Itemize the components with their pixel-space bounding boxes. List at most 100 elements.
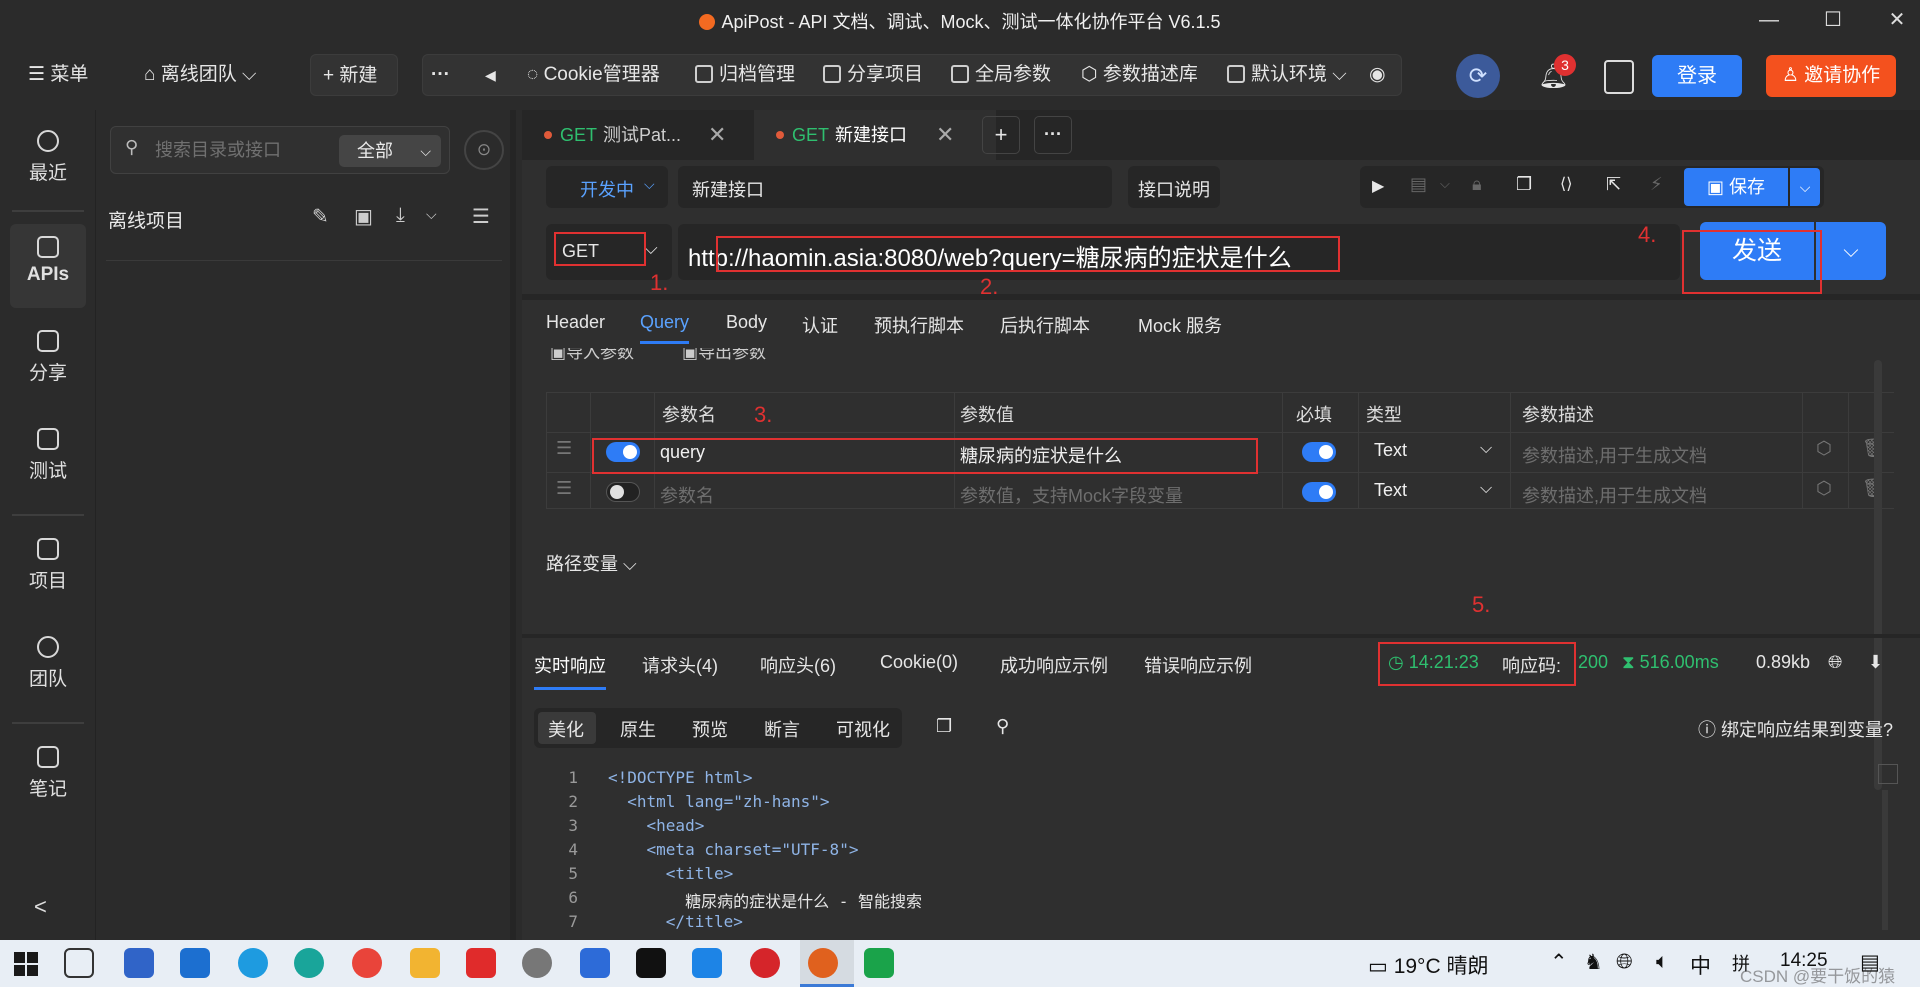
copy-icon[interactable]: ❐ xyxy=(936,716,952,737)
nav-recent[interactable]: 最近 xyxy=(10,118,86,202)
locate-button[interactable]: ⊙ xyxy=(464,130,504,170)
explorer-icon[interactable] xyxy=(410,948,440,978)
eye-icon[interactable]: ◉ xyxy=(1369,57,1386,93)
status-selector[interactable]: 开发中 ⌵ xyxy=(546,166,668,208)
chevron-down-icon[interactable]: ⌵ xyxy=(426,206,437,223)
ime-indicator[interactable]: 中 xyxy=(1690,950,1711,980)
menu-button[interactable]: ☰ 菜单 xyxy=(28,57,88,93)
run-icon[interactable]: ▶ xyxy=(1372,176,1384,196)
share-project-button[interactable]: 分享项目 xyxy=(823,57,923,93)
close-icon[interactable]: ✕ xyxy=(936,110,954,160)
phone-icon[interactable] xyxy=(692,948,722,978)
globe-icon[interactable]: 🌐︎ xyxy=(1828,652,1842,673)
type-select[interactable]: Text xyxy=(1374,480,1407,501)
weather-widget[interactable]: ▭ 19°C 晴朗 xyxy=(1368,950,1488,980)
back-icon[interactable]: ◀ xyxy=(485,57,496,93)
more-icon[interactable]: ··· xyxy=(431,57,450,93)
export-params-button[interactable]: ▣导出参数 xyxy=(682,348,766,360)
ie-icon[interactable] xyxy=(238,948,268,978)
tab-query[interactable]: Query xyxy=(640,312,690,344)
tab-test-path[interactable]: GET 测试Pat... xyxy=(522,110,730,160)
cube-icon[interactable]: ⬡ xyxy=(1816,438,1832,459)
code-icon[interactable]: ⟨⟩ xyxy=(1560,174,1572,194)
app2-icon[interactable] xyxy=(864,948,894,978)
tab-request-headers[interactable]: 请求头(4) xyxy=(642,652,718,678)
chevron-down-icon[interactable]: ⌵ xyxy=(1480,480,1492,498)
tab-response-headers[interactable]: 响应头(6) xyxy=(760,652,836,678)
settings-icon[interactable] xyxy=(522,948,552,978)
tab-realtime-response[interactable]: 实时响应 xyxy=(534,652,606,690)
nav-share[interactable]: 分享 xyxy=(10,318,86,402)
qq-icon[interactable]: ♞ xyxy=(1584,950,1603,975)
required-toggle[interactable] xyxy=(1302,482,1336,502)
mail-icon[interactable] xyxy=(180,948,210,978)
maximize-button[interactable]: ☐ xyxy=(1818,6,1848,34)
param-desc-input[interactable]: 参数描述,用于生成文档 xyxy=(1522,442,1707,468)
network-icon[interactable]: 🌐︎ xyxy=(1616,950,1633,974)
windows-start-icon[interactable] xyxy=(14,952,38,976)
wps-icon[interactable] xyxy=(466,948,496,978)
sync-button[interactable]: ⟳ xyxy=(1456,54,1500,98)
share-icon[interactable]: ⇱ xyxy=(1606,174,1621,195)
tab-new-api[interactable]: GET 新建接口 xyxy=(754,110,996,160)
environment-selector[interactable]: 默认环境 ⌵ xyxy=(1227,57,1347,93)
response-code-viewer[interactable]: 1 <!DOCTYPE html> 2 <html lang="zh-hans"> 3… xyxy=(534,762,1884,938)
close-icon[interactable]: ✕ xyxy=(708,110,726,160)
cube-icon[interactable]: ⬡ xyxy=(1816,478,1832,499)
tab-header[interactable]: Header xyxy=(546,312,605,333)
edge-icon[interactable] xyxy=(294,948,324,978)
login-button[interactable]: 登录 xyxy=(1652,55,1742,97)
view-preview[interactable]: 预览 xyxy=(692,716,728,742)
archive-button[interactable]: 归档管理 xyxy=(695,57,795,93)
tray-chevron-icon[interactable]: ⌃ xyxy=(1550,950,1568,975)
download-icon[interactable]: ⬇ xyxy=(1868,652,1883,673)
new-folder-icon[interactable]: ▣ xyxy=(354,204,373,229)
close-button[interactable]: ✕ xyxy=(1882,6,1912,34)
minimap-toggle[interactable] xyxy=(1878,764,1898,784)
path-vars-toggle[interactable]: 路径变量 ⌵ xyxy=(546,550,637,576)
param-value-input[interactable]: 参数值，支持Mock字段变量 xyxy=(960,482,1183,508)
minimize-button[interactable]: — xyxy=(1754,6,1784,34)
scope-select[interactable]: 全部 ⌵ xyxy=(339,135,441,167)
view-raw[interactable]: 原生 xyxy=(620,716,656,742)
view-beautify[interactable]: 美化 xyxy=(548,716,584,742)
nav-notes[interactable]: 笔记 xyxy=(10,734,86,818)
copy-icon[interactable]: ❐ xyxy=(1516,174,1532,195)
api-name-field[interactable]: 新建接口 xyxy=(678,166,1112,208)
bind-response-button[interactable]: ⓘ 绑定响应结果到变量? xyxy=(1698,716,1893,742)
send-options-button[interactable]: ⌵ xyxy=(1816,222,1886,280)
notification-button[interactable]: 🔔︎ 3 xyxy=(1534,54,1576,96)
search-input[interactable] xyxy=(155,137,325,163)
view-assert[interactable]: 断言 xyxy=(764,716,800,742)
tab-success-example[interactable]: 成功响应示例 xyxy=(1000,652,1108,678)
param-enable-toggle[interactable] xyxy=(606,482,640,502)
chevron-down-icon[interactable]: ⌵ xyxy=(1480,440,1492,458)
pycharm-icon[interactable] xyxy=(636,948,666,978)
netease-icon[interactable] xyxy=(750,948,780,978)
nav-project[interactable]: 项目 xyxy=(10,526,86,610)
chrome-icon[interactable] xyxy=(352,948,382,978)
api-doc-button[interactable]: 接口说明 xyxy=(1128,166,1220,208)
save-options-button[interactable]: ⌵ xyxy=(1790,168,1820,206)
code-scrollbar[interactable] xyxy=(1882,790,1888,930)
tab-error-example[interactable]: 错误响应示例 xyxy=(1144,652,1252,678)
team-selector[interactable]: ⌂ 离线团队 ⌵ xyxy=(144,57,256,93)
collapse-icon[interactable]: < xyxy=(34,894,47,920)
notes-icon[interactable] xyxy=(1604,60,1634,94)
tabs-more-button[interactable]: ··· xyxy=(1034,116,1072,154)
param-name-input[interactable]: 参数名 xyxy=(660,482,714,508)
tab-mock[interactable]: Mock 服务 xyxy=(1138,312,1222,338)
collapse-all-icon[interactable]: ☰ xyxy=(472,204,490,229)
add-api-icon[interactable]: ✎ xyxy=(312,204,329,229)
type-select[interactable]: Text xyxy=(1374,440,1407,461)
tab-post-script[interactable]: 后执行脚本 xyxy=(1000,312,1090,338)
store-icon[interactable] xyxy=(124,948,154,978)
param-library-button[interactable]: ⬡ 参数描述库 xyxy=(1081,57,1198,93)
required-toggle[interactable] xyxy=(1302,442,1336,462)
tab-pre-script[interactable]: 预执行脚本 xyxy=(874,312,964,338)
tab-cookie[interactable]: Cookie(0) xyxy=(880,652,958,673)
nav-test[interactable]: 测试 xyxy=(10,416,86,500)
drag-handle-icon[interactable]: ☰ xyxy=(556,438,572,459)
param-desc-input[interactable]: 参数描述,用于生成文档 xyxy=(1522,482,1707,508)
add-tab-button[interactable]: + xyxy=(982,116,1020,154)
